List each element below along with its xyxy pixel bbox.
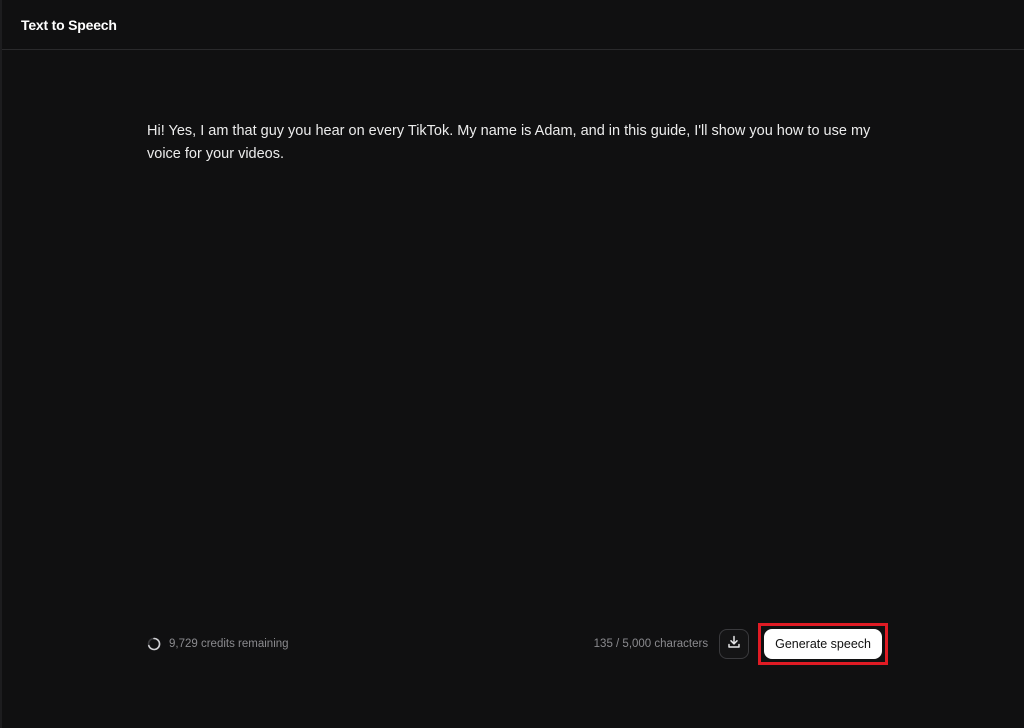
download-icon bbox=[727, 635, 741, 654]
text-editor[interactable]: Hi! Yes, I am that guy you hear on every… bbox=[147, 120, 887, 590]
app-window: Text to Speech Hi! Yes, I am that guy yo… bbox=[0, 0, 1024, 728]
credits-status: 9,729 credits remaining bbox=[147, 637, 289, 651]
generate-speech-button[interactable]: Generate speech bbox=[764, 629, 882, 659]
credits-remaining-text: 9,729 credits remaining bbox=[169, 638, 289, 650]
page-title: Text to Speech bbox=[21, 16, 117, 33]
download-button[interactable] bbox=[719, 629, 750, 659]
spinner-icon bbox=[147, 637, 161, 651]
generate-button-highlight: Generate speech bbox=[758, 623, 888, 665]
footer-bar: 9,729 credits remaining 135 / 5,000 char… bbox=[147, 623, 888, 665]
character-count: 135 / 5,000 characters bbox=[593, 638, 709, 650]
header: Text to Speech bbox=[2, 0, 1024, 50]
